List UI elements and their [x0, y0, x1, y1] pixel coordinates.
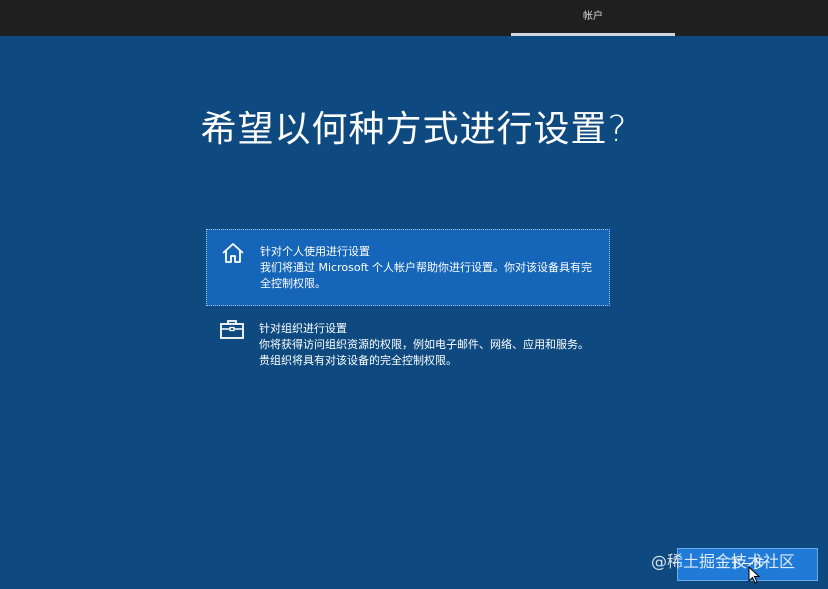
option-personal-description: 我们将通过 Microsoft 个人帐户帮助你进行设置。你对该设备具有完全控制权… [260, 261, 593, 290]
option-organization-description: 你将获得访问组织资源的权限，例如电子邮件、网络、应用和服务。贵组织将具有对该设备… [259, 338, 589, 367]
mouse-cursor-icon [748, 566, 760, 584]
tab-active-indicator [511, 33, 675, 36]
top-bar: 帐户 [0, 0, 828, 36]
option-organization[interactable]: 针对组织进行设置 你将获得访问组织资源的权限，例如电子邮件、网络、应用和服务。贵… [206, 312, 610, 378]
option-personal-title: 针对个人使用进行设置 [260, 245, 370, 258]
watermark: @稀土掘金技术社区 [651, 552, 796, 571]
tab-account-label: 帐户 [583, 11, 603, 22]
tab-account: 帐户 [511, 0, 675, 36]
page-title: 希望以何种方式进行设置? [200, 109, 628, 150]
home-icon [222, 243, 244, 263]
briefcase-icon [220, 320, 244, 339]
option-organization-title: 针对组织进行设置 [259, 322, 347, 335]
option-personal-use[interactable]: 针对个人使用进行设置 我们将通过 Microsoft 个人帐户帮助你进行设置。你… [206, 229, 610, 306]
